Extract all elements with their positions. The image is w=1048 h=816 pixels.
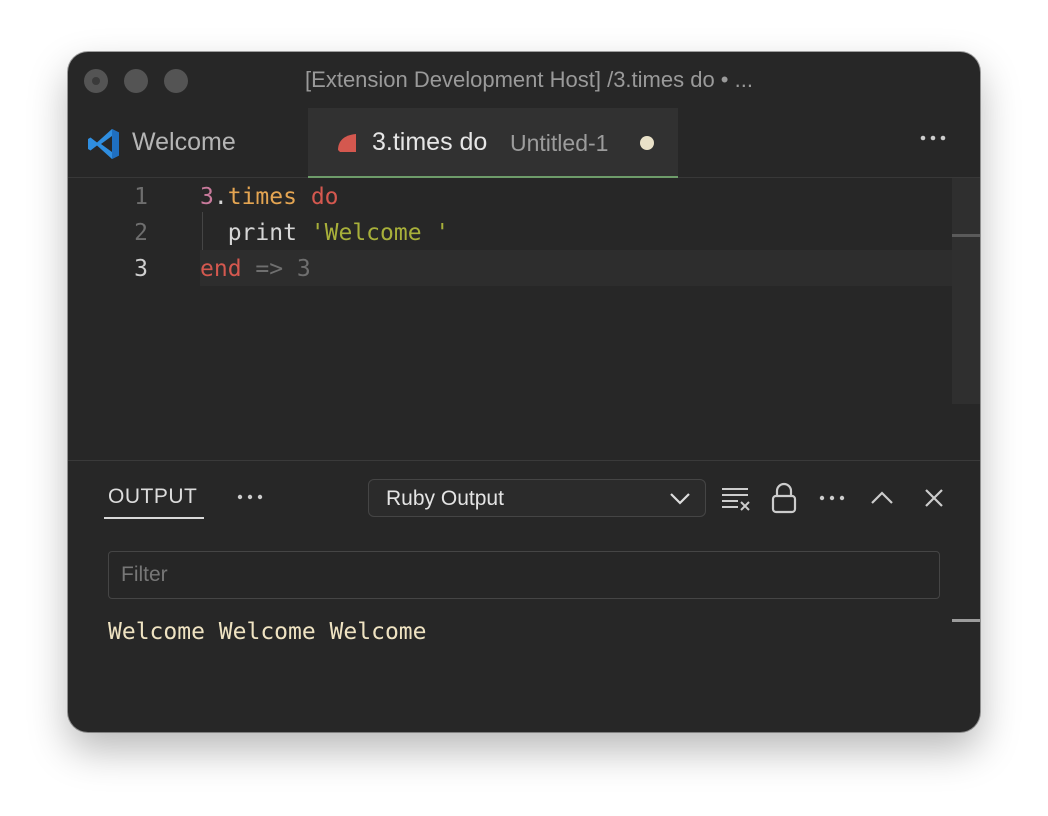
maximize-panel-icon[interactable]	[862, 479, 902, 517]
chevron-down-icon	[670, 493, 690, 505]
tab-label: 3.times do	[372, 128, 488, 156]
code-line[interactable]: end => 3	[200, 256, 311, 282]
close-panel-icon[interactable]	[914, 479, 954, 517]
vscode-icon	[88, 129, 119, 159]
editor-tab-bar: Welcome 3.times do Untitled-1	[68, 108, 980, 178]
code-line[interactable]: print 'Welcome '	[200, 220, 450, 246]
tab-label: Welcome	[132, 128, 236, 156]
code-line[interactable]: 3.times do	[200, 184, 339, 210]
tab-output[interactable]: OUTPUT	[108, 485, 197, 509]
close-window-button[interactable]	[84, 69, 108, 93]
minimap[interactable]	[952, 178, 980, 404]
output-channel-label: Ruby Output	[386, 487, 504, 510]
code-token: end	[200, 256, 242, 282]
lock-scroll-icon[interactable]	[764, 479, 804, 517]
code-editor[interactable]: 1 2 3 3.times do print 'Welcome ' end =>…	[68, 178, 980, 460]
minimap-viewport[interactable]	[952, 234, 980, 237]
output-panel: OUTPUT Ruby Output Filter Welcome Welcom…	[68, 460, 980, 732]
code-token: 3	[200, 184, 214, 210]
minimize-window-button[interactable]	[124, 69, 148, 93]
filter-input[interactable]	[108, 551, 940, 599]
window-title: [Extension Development Host] /3.times do…	[305, 67, 753, 92]
output-channel-select[interactable]: Ruby Output	[368, 479, 706, 517]
code-token: 'Welcome '	[310, 220, 450, 246]
line-number: 1	[134, 184, 148, 210]
code-token: times	[227, 184, 297, 210]
ruby-icon	[338, 134, 356, 152]
zoom-window-button[interactable]	[164, 69, 188, 93]
tab-welcome[interactable]: Welcome	[68, 108, 308, 178]
code-token: .	[213, 184, 228, 210]
title-bar: [Extension Development Host] /3.times do…	[68, 52, 980, 108]
line-number: 3	[134, 256, 148, 282]
line-number: 2	[134, 220, 148, 246]
tab-untitled-1[interactable]: 3.times do Untitled-1	[308, 108, 678, 178]
code-token: print	[200, 220, 311, 246]
current-line-highlight	[200, 250, 952, 286]
output-text: Welcome Welcome Welcome	[108, 619, 427, 645]
code-token: do	[310, 184, 339, 210]
code-token: => 3	[241, 256, 311, 282]
output-scrollbar[interactable]	[952, 619, 980, 622]
clear-output-icon[interactable]	[716, 479, 756, 517]
tab-description: Untitled-1	[510, 130, 609, 156]
panel-more-icon[interactable]	[234, 491, 266, 503]
active-tab-indicator	[104, 517, 204, 519]
more-actions-icon[interactable]	[908, 118, 958, 158]
more-actions-icon[interactable]	[812, 479, 852, 517]
unsaved-dot-icon[interactable]	[640, 136, 654, 150]
vscode-window: [Extension Development Host] /3.times do…	[68, 52, 980, 732]
